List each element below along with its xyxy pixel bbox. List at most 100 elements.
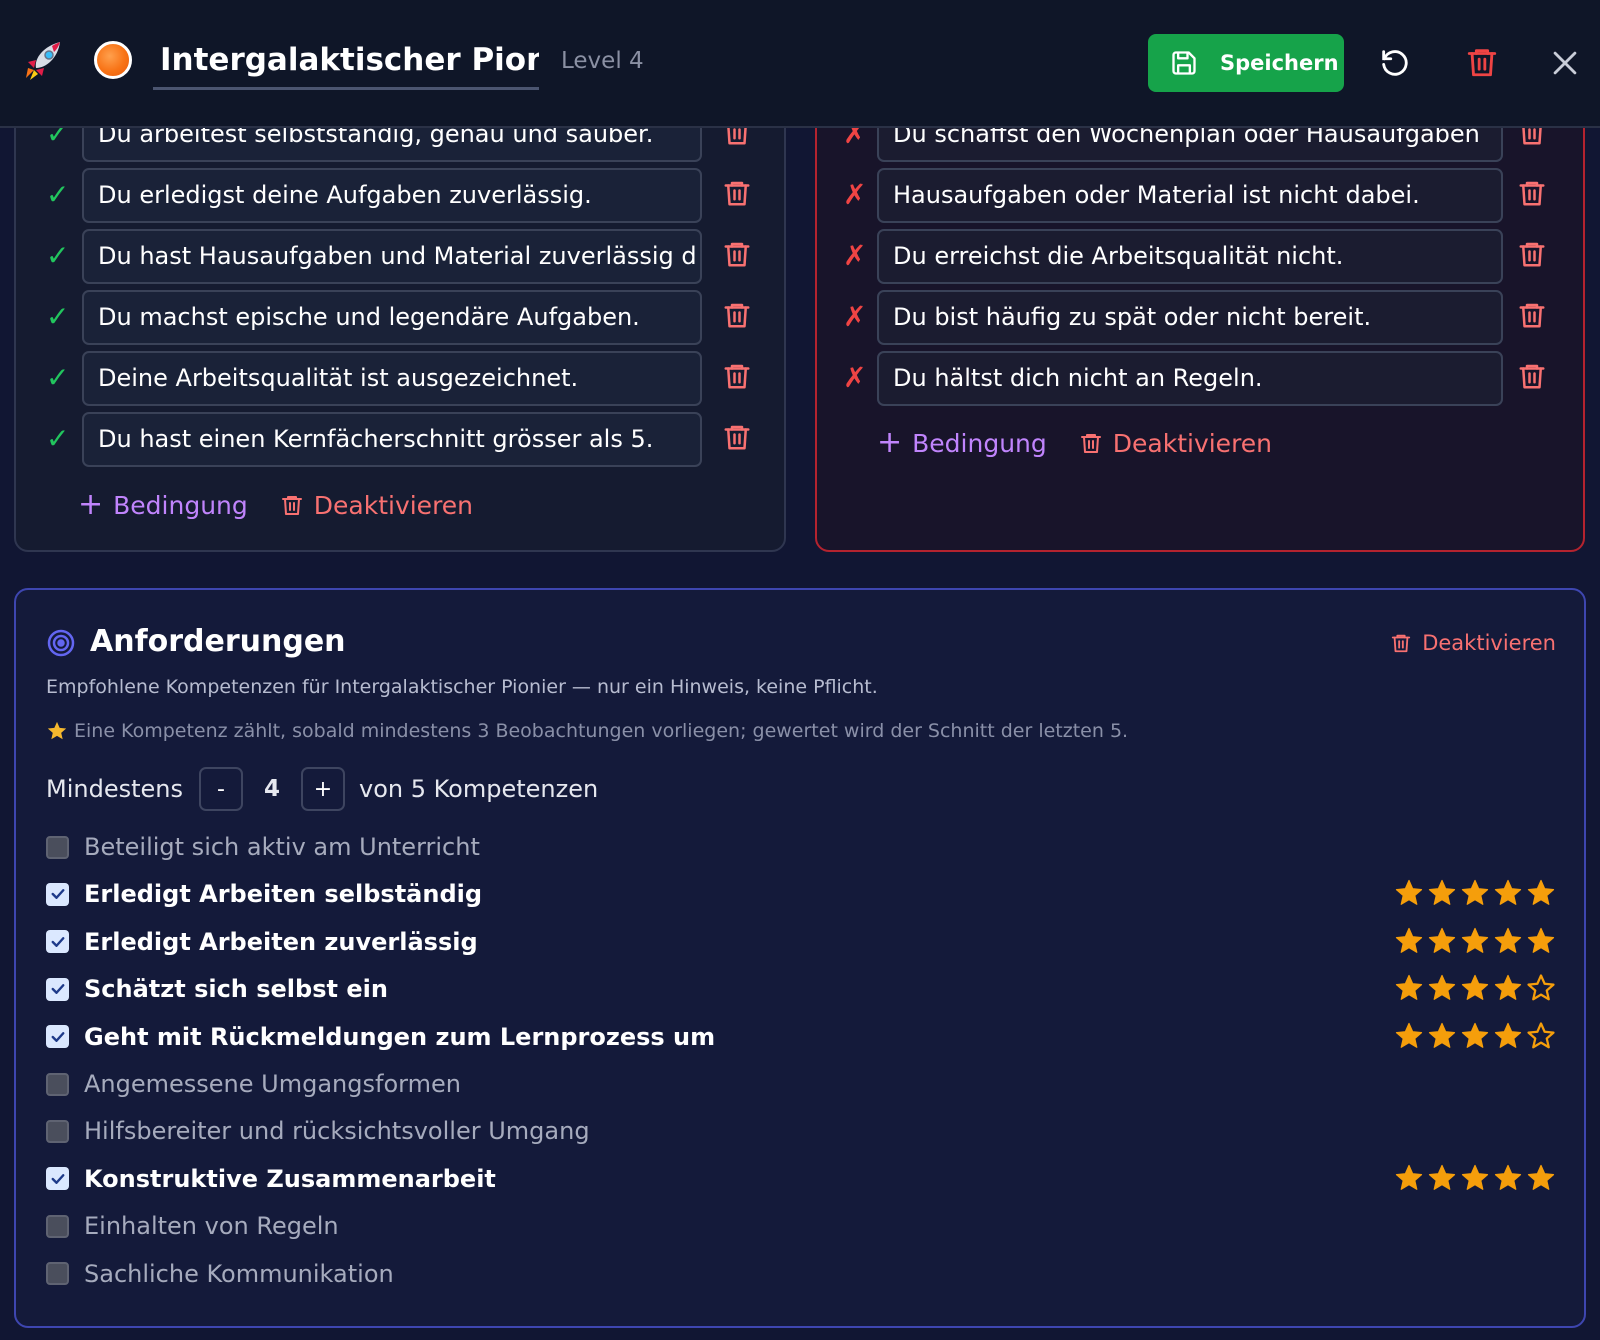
- competency-row[interactable]: Angemessene Umgangsformen: [46, 1064, 1556, 1104]
- condition-input[interactable]: Hausaufgaben oder Material ist nicht dab…: [877, 168, 1503, 223]
- star-filled-icon: [1395, 927, 1423, 953]
- competency-row[interactable]: Hilfsbereiter und rücksichtsvoller Umgan…: [46, 1111, 1556, 1151]
- star-filled-icon: [1395, 975, 1423, 1001]
- competency-row[interactable]: Sachliche Kommunikation: [46, 1254, 1556, 1294]
- star-filled-icon: [1461, 927, 1489, 953]
- competency-row[interactable]: Erledigt Arbeiten selbständig: [46, 874, 1556, 914]
- star-filled-icon: [1461, 880, 1489, 906]
- deactivate-label: Deaktivieren: [1112, 428, 1273, 458]
- cross-icon: ✗: [843, 239, 867, 272]
- competency-checkbox[interactable]: [46, 882, 69, 906]
- trash-icon[interactable]: [1465, 45, 1499, 79]
- condition-input[interactable]: Du bist häufig zu spät oder nicht bereit…: [877, 290, 1503, 345]
- trash-icon[interactable]: [722, 298, 752, 332]
- deactivate-requirements-button[interactable]: Deaktivieren: [1390, 628, 1556, 658]
- condition-row: ✗ Hausaufgaben oder Material ist nicht da…: [817, 168, 1583, 223]
- check-icon: ✓: [46, 422, 70, 455]
- add-fail-condition-button[interactable]: + Bedingung: [877, 428, 1047, 458]
- star-filled-icon: [1428, 1164, 1456, 1190]
- competency-checkbox[interactable]: [46, 977, 69, 1001]
- competency-label: Angemessene Umgangsformen: [84, 1070, 461, 1098]
- add-condition-label: Bedingung: [113, 490, 248, 520]
- star-filled-icon: [1494, 927, 1522, 953]
- star-filled-icon: [1428, 1022, 1456, 1048]
- check-icon: ✓: [46, 178, 70, 211]
- competency-row[interactable]: Erledigt Arbeiten zuverlässig: [46, 922, 1556, 962]
- trash-icon[interactable]: [722, 237, 752, 271]
- competency-label: Erledigt Arbeiten zuverlässig: [84, 927, 478, 956]
- competency-checkbox[interactable]: [46, 1025, 69, 1049]
- competency-row[interactable]: Beteiligt sich aktiv am Unterricht: [46, 827, 1556, 867]
- trash-icon[interactable]: [722, 420, 752, 454]
- condition-row: ✓ Du hast einen Kernfächerschnitt grösser…: [16, 412, 784, 467]
- star-filled-icon: [1395, 1164, 1423, 1190]
- star-filled-icon: [1428, 927, 1456, 953]
- star-filled-icon: [1494, 975, 1522, 1001]
- color-swatch[interactable]: [94, 41, 132, 79]
- condition-row: ✗ Du bist häufig zu spät oder nicht berei…: [817, 290, 1583, 345]
- competency-checkbox[interactable]: [46, 835, 69, 859]
- competency-checkbox[interactable]: [46, 1214, 69, 1238]
- trash-icon[interactable]: [1517, 237, 1547, 271]
- star-filled-icon: [1527, 1164, 1555, 1190]
- deactivate-label: Deaktivieren: [1422, 631, 1556, 655]
- condition-input[interactable]: Du erledigst deine Aufgaben zuverlässig.: [82, 168, 702, 223]
- cross-icon: ✗: [843, 300, 867, 333]
- deactivate-fail-button[interactable]: Deaktivieren: [1079, 429, 1272, 458]
- competency-checkbox[interactable]: [46, 1167, 69, 1191]
- plus-icon: +: [877, 425, 903, 460]
- quest-title-input[interactable]: Intergalaktischer Pioni: [153, 30, 539, 90]
- fail-actions: + Bedingung Deaktivieren: [877, 423, 1272, 463]
- trash-icon[interactable]: [1517, 359, 1547, 393]
- checkmark-icon: [51, 936, 64, 947]
- rating-stars: [1391, 878, 1556, 908]
- condition-input[interactable]: Du erreichst die Arbeitsqualität nicht.: [877, 229, 1503, 284]
- requirements-hint: Eine Kompetenz zählt, sobald mindestens …: [46, 716, 1128, 746]
- condition-row: ✗ Du hältst dich nicht an Regeln.: [817, 351, 1583, 406]
- competency-label: Einhalten von Regeln: [84, 1212, 339, 1241]
- rating-stars: [1391, 973, 1556, 1003]
- competency-row[interactable]: Konstruktive Zusammenarbeit: [46, 1159, 1556, 1199]
- competency-checkbox[interactable]: [46, 1072, 69, 1096]
- close-icon[interactable]: [1548, 46, 1582, 80]
- star-filled-icon: [1461, 1022, 1489, 1048]
- requirements-section: Anforderungen Deaktivieren Empfohlene Ko…: [14, 588, 1586, 1328]
- trash-icon[interactable]: [722, 176, 752, 210]
- star-empty-icon: [1527, 974, 1555, 1001]
- condition-row: ✓ Du machst epische und legendäre Aufgabe…: [16, 290, 784, 345]
- condition-input[interactable]: Du machst epische und legendäre Aufgaben…: [82, 290, 702, 345]
- condition-input[interactable]: Du hast Hausaufgaben und Material zuverl…: [82, 229, 702, 284]
- condition-row: ✓ Du hast Hausaufgaben und Material zuver…: [16, 229, 784, 284]
- save-button[interactable]: Speichern: [1148, 34, 1344, 92]
- decrement-button[interactable]: -: [198, 767, 243, 811]
- competency-checkbox[interactable]: [46, 1119, 69, 1143]
- success-actions: + Bedingung Deaktivieren: [78, 485, 473, 525]
- star-filled-icon: [1395, 880, 1423, 906]
- competency-row[interactable]: Schätzt sich selbst ein: [46, 969, 1556, 1009]
- add-success-condition-button[interactable]: + Bedingung: [78, 490, 248, 520]
- condition-input[interactable]: Du hältst dich nicht an Regeln.: [877, 351, 1503, 406]
- level-label: Level 4: [561, 48, 644, 74]
- undo-icon[interactable]: [1378, 46, 1412, 80]
- checkmark-icon: [51, 889, 64, 900]
- star-filled-icon: [1494, 880, 1522, 906]
- increment-button[interactable]: +: [300, 767, 345, 811]
- minimum-label: Mindestens: [46, 775, 183, 803]
- competency-checkbox[interactable]: [46, 1262, 69, 1286]
- trash-icon[interactable]: [1517, 298, 1547, 332]
- trash-icon[interactable]: [722, 359, 752, 393]
- checkmark-icon: [51, 984, 64, 995]
- competency-row[interactable]: Einhalten von Regeln: [46, 1206, 1556, 1246]
- condition-input[interactable]: Du hast einen Kernfächerschnitt grösser …: [82, 412, 702, 467]
- minimum-value: 4: [263, 776, 280, 802]
- condition-row: ✓ Deine Arbeitsqualität ist ausgezeichnet…: [16, 351, 784, 406]
- deactivate-success-button[interactable]: Deaktivieren: [280, 491, 473, 520]
- competency-label: Geht mit Rückmeldungen zum Lernprozess u…: [84, 1022, 716, 1051]
- requirements-subtitle: Empfohlene Kompetenzen für Intergalaktis…: [46, 676, 878, 698]
- competency-checkbox[interactable]: [46, 930, 69, 954]
- deactivate-label: Deaktivieren: [313, 490, 474, 520]
- competency-row[interactable]: Geht mit Rückmeldungen zum Lernprozess u…: [46, 1017, 1556, 1057]
- condition-input[interactable]: Deine Arbeitsqualität ist ausgezeichnet.: [82, 351, 702, 406]
- trash-icon: [1392, 634, 1411, 653]
- trash-icon[interactable]: [1517, 176, 1547, 210]
